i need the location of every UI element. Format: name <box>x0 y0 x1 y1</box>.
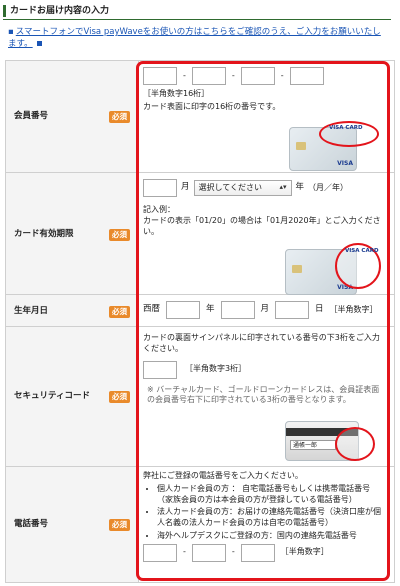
highlight-circle: VISA CARD <box>335 243 381 289</box>
security-label-cell: セキュリティコード 必須 <box>5 326 139 467</box>
card-chip <box>292 265 302 273</box>
expiry-example-text: カードの表示「01/20」の場合は「01月2020年」とご入力ください。 <box>143 215 381 236</box>
card-chip <box>296 142 306 150</box>
birth-year-input[interactable] <box>166 301 201 319</box>
section-accent-bar <box>3 5 6 17</box>
visa-card-label: VISA CARD <box>345 248 379 254</box>
card-number-input-2[interactable] <box>191 67 226 85</box>
card-number-description: カード表面に印字の16桁の番号です。 <box>143 101 281 111</box>
security-description: カードの裏面サインパネルに印字されている番号の下3桁をご入力ください。 <box>143 333 380 353</box>
section-title: カードお届け内容の入力 <box>10 5 110 16</box>
phone-input-1[interactable] <box>143 543 177 562</box>
required-badge: 必須 <box>109 519 130 532</box>
month-unit: 月 <box>260 304 270 315</box>
expiry-label: カード有効期限 <box>14 229 74 239</box>
list-item: 法人カード会員の方：お届けの連絡先電話番号（決済口座が個人名義の法人カード会員の… <box>157 507 383 529</box>
card-number-label-cell: 会員番号 必須 <box>5 60 139 173</box>
list-item: 海外ヘルプデスクにご登録の方：国内の連絡先電話番号 <box>157 531 383 542</box>
birth-day-input[interactable] <box>275 301 310 319</box>
phone-label: 電話番号 <box>14 519 49 529</box>
bullet-icon: ▪ <box>8 27 14 37</box>
phone-label-cell: 電話番号 必須 <box>5 466 139 583</box>
security-note: ※ バーチャルカード、ゴールドローンカードレスは、会員証表面の会員番号右下に印字… <box>147 384 380 405</box>
day-unit: 日 <box>315 304 324 315</box>
dash-separator: - <box>280 70 284 80</box>
card-form-table: 会員番号 必須 - - - ［半角数字16桁］ カード表面に印字の16桁の番号で… <box>5 60 395 583</box>
birthdate-hint: ［半角数字］ <box>329 304 378 314</box>
expiry-format-hint: （月／年） <box>308 182 349 192</box>
expiry-year-select-value: 選択してください <box>198 182 263 192</box>
phone-input-2[interactable] <box>191 543 226 562</box>
required-badge: 必須 <box>109 391 130 404</box>
visa-logo: VISA <box>337 159 353 167</box>
expiry-field-cell: 月 選択してください ▴▾ 年 （月／年） 記入例： カードの表示「01/20」… <box>138 172 395 295</box>
select-arrows-icon: ▴▾ <box>279 183 287 192</box>
expiry-label-cell: カード有効期限 必須 <box>5 172 139 295</box>
expiry-month-input[interactable] <box>143 179 177 197</box>
birthdate-label-cell: 生年月日 必須 <box>5 294 139 327</box>
year-unit: 年 <box>206 304 215 315</box>
section-header: カードお届け内容の入力 <box>3 3 391 20</box>
highlight-circle <box>335 427 375 461</box>
required-badge: 必須 <box>109 306 130 319</box>
phone-instructions-list: 個人カード会員の方 ： 自宅電話番号もしくは携帯電話番号（家族会員の方は本会員の… <box>143 484 383 542</box>
phone-field-cell: 弊社にご登録の電話番号をご入力ください。 個人カード会員の方 ： 自宅電話番号も… <box>138 466 395 583</box>
visa-card-label: VISA CARD <box>329 125 363 131</box>
list-item: 個人カード会員の方 ： 自宅電話番号もしくは携帯電話番号（家族会員の方は本会員の… <box>157 484 383 506</box>
dash-separator: - <box>231 70 235 80</box>
card-number-input-1[interactable] <box>143 67 177 85</box>
card-number-hint: ［半角数字16桁］ <box>143 89 210 98</box>
era-label: 西暦 <box>143 304 161 315</box>
month-unit: 月 <box>181 182 190 193</box>
expiry-example-title: 記入例： <box>143 205 175 214</box>
security-code-hint: ［半角数字3桁］ <box>185 364 247 374</box>
card-number-label: 会員番号 <box>14 111 49 121</box>
smartphone-notice-link[interactable]: スマートフォンでVisa payWaveをお使いの方はこちらをご確認のうえ、ご入… <box>8 27 381 49</box>
birthdate-label: 生年月日 <box>14 306 49 316</box>
phone-hint: ［半角数字］ <box>280 547 329 557</box>
dash-separator: - <box>183 70 186 80</box>
card-number-field-cell: - - - ［半角数字16桁］ カード表面に印字の16桁の番号です。 VISA … <box>138 60 395 173</box>
highlight-circle: VISA CARD <box>319 121 379 147</box>
square-icon <box>36 41 42 47</box>
card-number-input-4[interactable] <box>289 67 324 85</box>
dash-separator: - <box>231 547 235 557</box>
security-field-cell: カードの裏面サインパネルに印字されている番号の下3桁をご入力ください。 ［半角数… <box>138 326 395 467</box>
dash-separator: - <box>183 547 186 557</box>
required-badge: 必須 <box>109 229 130 242</box>
phone-description: 弊社にご登録の電話番号をご入力ください。 <box>143 471 303 480</box>
smartphone-notice: ▪ スマートフォンでVisa payWaveをお使いの方はこちらをご確認のうえ、ご… <box>8 26 388 51</box>
phone-input-3[interactable] <box>240 543 275 562</box>
required-badge: 必須 <box>109 111 130 124</box>
security-code-input[interactable] <box>143 360 177 379</box>
expiry-year-select[interactable]: 選択してください ▴▾ <box>193 180 292 196</box>
birth-month-input[interactable] <box>220 301 255 319</box>
security-code-label: セキュリティコード <box>14 391 90 401</box>
card-number-input-3[interactable] <box>240 67 275 85</box>
year-unit: 年 <box>295 182 305 193</box>
signature-panel: 通帳一郎 <box>290 440 336 450</box>
birthdate-field-cell: 西暦 年 月 日 ［半角数字］ <box>138 294 395 327</box>
